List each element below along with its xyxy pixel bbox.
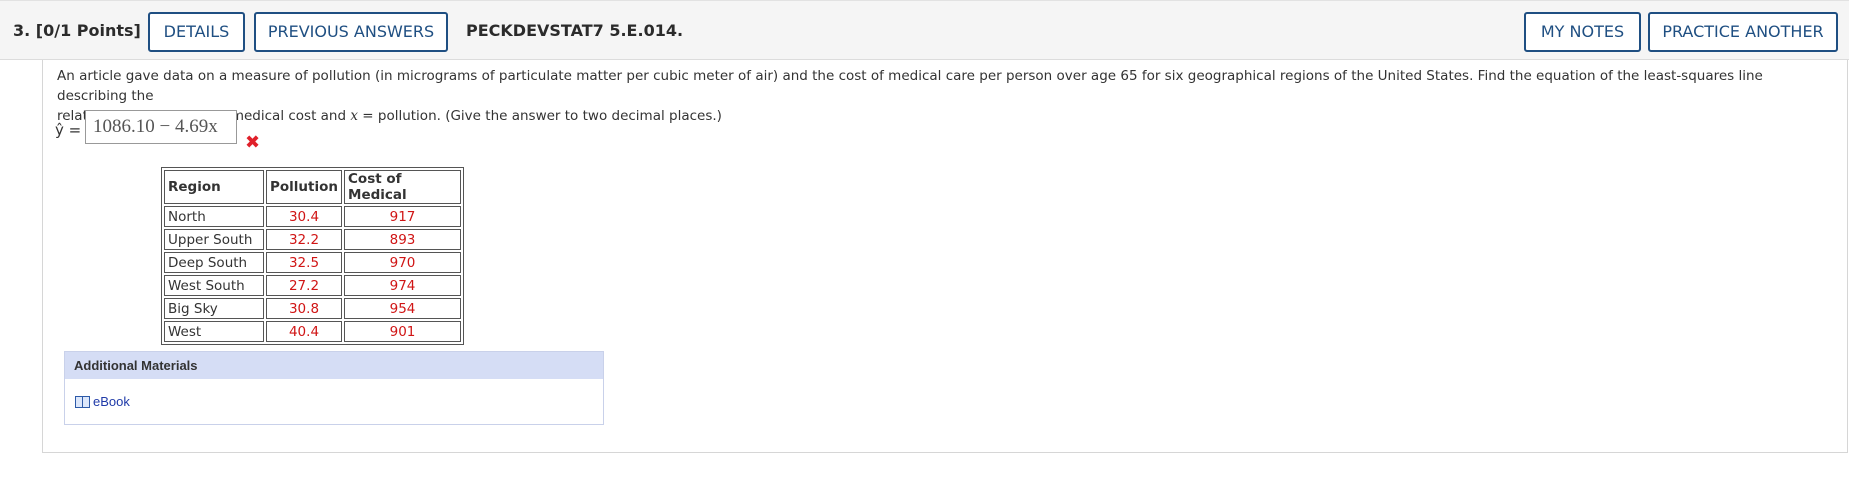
pollution-cell: 40.4: [266, 321, 343, 342]
pollution-cell: 27.2: [266, 275, 343, 296]
previous-answers-button[interactable]: PREVIOUS ANSWERS: [254, 12, 448, 52]
question-prompt: An article gave data on a measure of pol…: [57, 66, 1837, 126]
cost-cell: 917: [344, 206, 462, 227]
additional-materials-panel: Additional Materials eBook: [64, 351, 604, 425]
table-row: West South 27.2 974: [164, 275, 462, 296]
cost-cell: 893: [344, 229, 462, 250]
cost-cell: 954: [344, 298, 462, 319]
problem-code: PECKDEVSTAT7 5.E.014.: [466, 21, 684, 40]
region-cell: Upper South: [164, 229, 264, 250]
table-row: Upper South 32.2 893: [164, 229, 462, 250]
table-row: Deep South 32.5 970: [164, 252, 462, 273]
region-cell: West South: [164, 275, 264, 296]
header-region: Region: [164, 170, 264, 204]
question-number: 3. [0/1 Points]: [13, 21, 141, 40]
pollution-cell: 32.5: [266, 252, 343, 273]
pollution-cell: 30.4: [266, 206, 343, 227]
data-table: Region Pollution Cost of Medical North 30…: [161, 167, 465, 345]
pollution-cell: 32.2: [266, 229, 343, 250]
region-cell: West: [164, 321, 264, 342]
table-row: West 40.4 901: [164, 321, 462, 342]
answer-input[interactable]: 1086.10 − 4.69x: [85, 110, 237, 144]
ebook-link[interactable]: eBook: [75, 394, 130, 409]
ebook-label[interactable]: eBook: [93, 394, 130, 409]
var-x: x: [350, 108, 358, 124]
table-row: Big Sky 30.8 954: [164, 298, 462, 319]
points-label: [0/1 Points]: [35, 21, 141, 40]
region-cell: North: [164, 206, 264, 227]
pollution-cell: 30.8: [266, 298, 343, 319]
details-button[interactable]: DETAILS: [148, 12, 245, 52]
table-row: North 30.4 917: [164, 206, 462, 227]
additional-materials-title: Additional Materials: [65, 352, 603, 379]
cost-cell: 901: [344, 321, 462, 342]
cost-cell: 970: [344, 252, 462, 273]
cost-cell: 974: [344, 275, 462, 296]
answer-label: ŷ =: [55, 121, 82, 139]
my-notes-button[interactable]: MY NOTES: [1524, 12, 1641, 52]
table-header-row: Region Pollution Cost of Medical: [164, 170, 462, 204]
question-header: 3. [0/1 Points] DETAILS PREVIOUS ANSWERS…: [0, 0, 1849, 60]
header-pollution: Pollution: [266, 170, 343, 204]
practice-another-button[interactable]: PRACTICE ANOTHER: [1648, 12, 1838, 52]
book-icon: [75, 395, 90, 408]
prompt-line-1: An article gave data on a measure of pol…: [57, 68, 1763, 104]
region-cell: Big Sky: [164, 298, 264, 319]
region-cell: Deep South: [164, 252, 264, 273]
header-cost: Cost of Medical: [344, 170, 462, 204]
incorrect-icon: ✖: [245, 132, 261, 153]
prompt-line-2: relationship between y = medical cost an…: [57, 106, 1837, 126]
